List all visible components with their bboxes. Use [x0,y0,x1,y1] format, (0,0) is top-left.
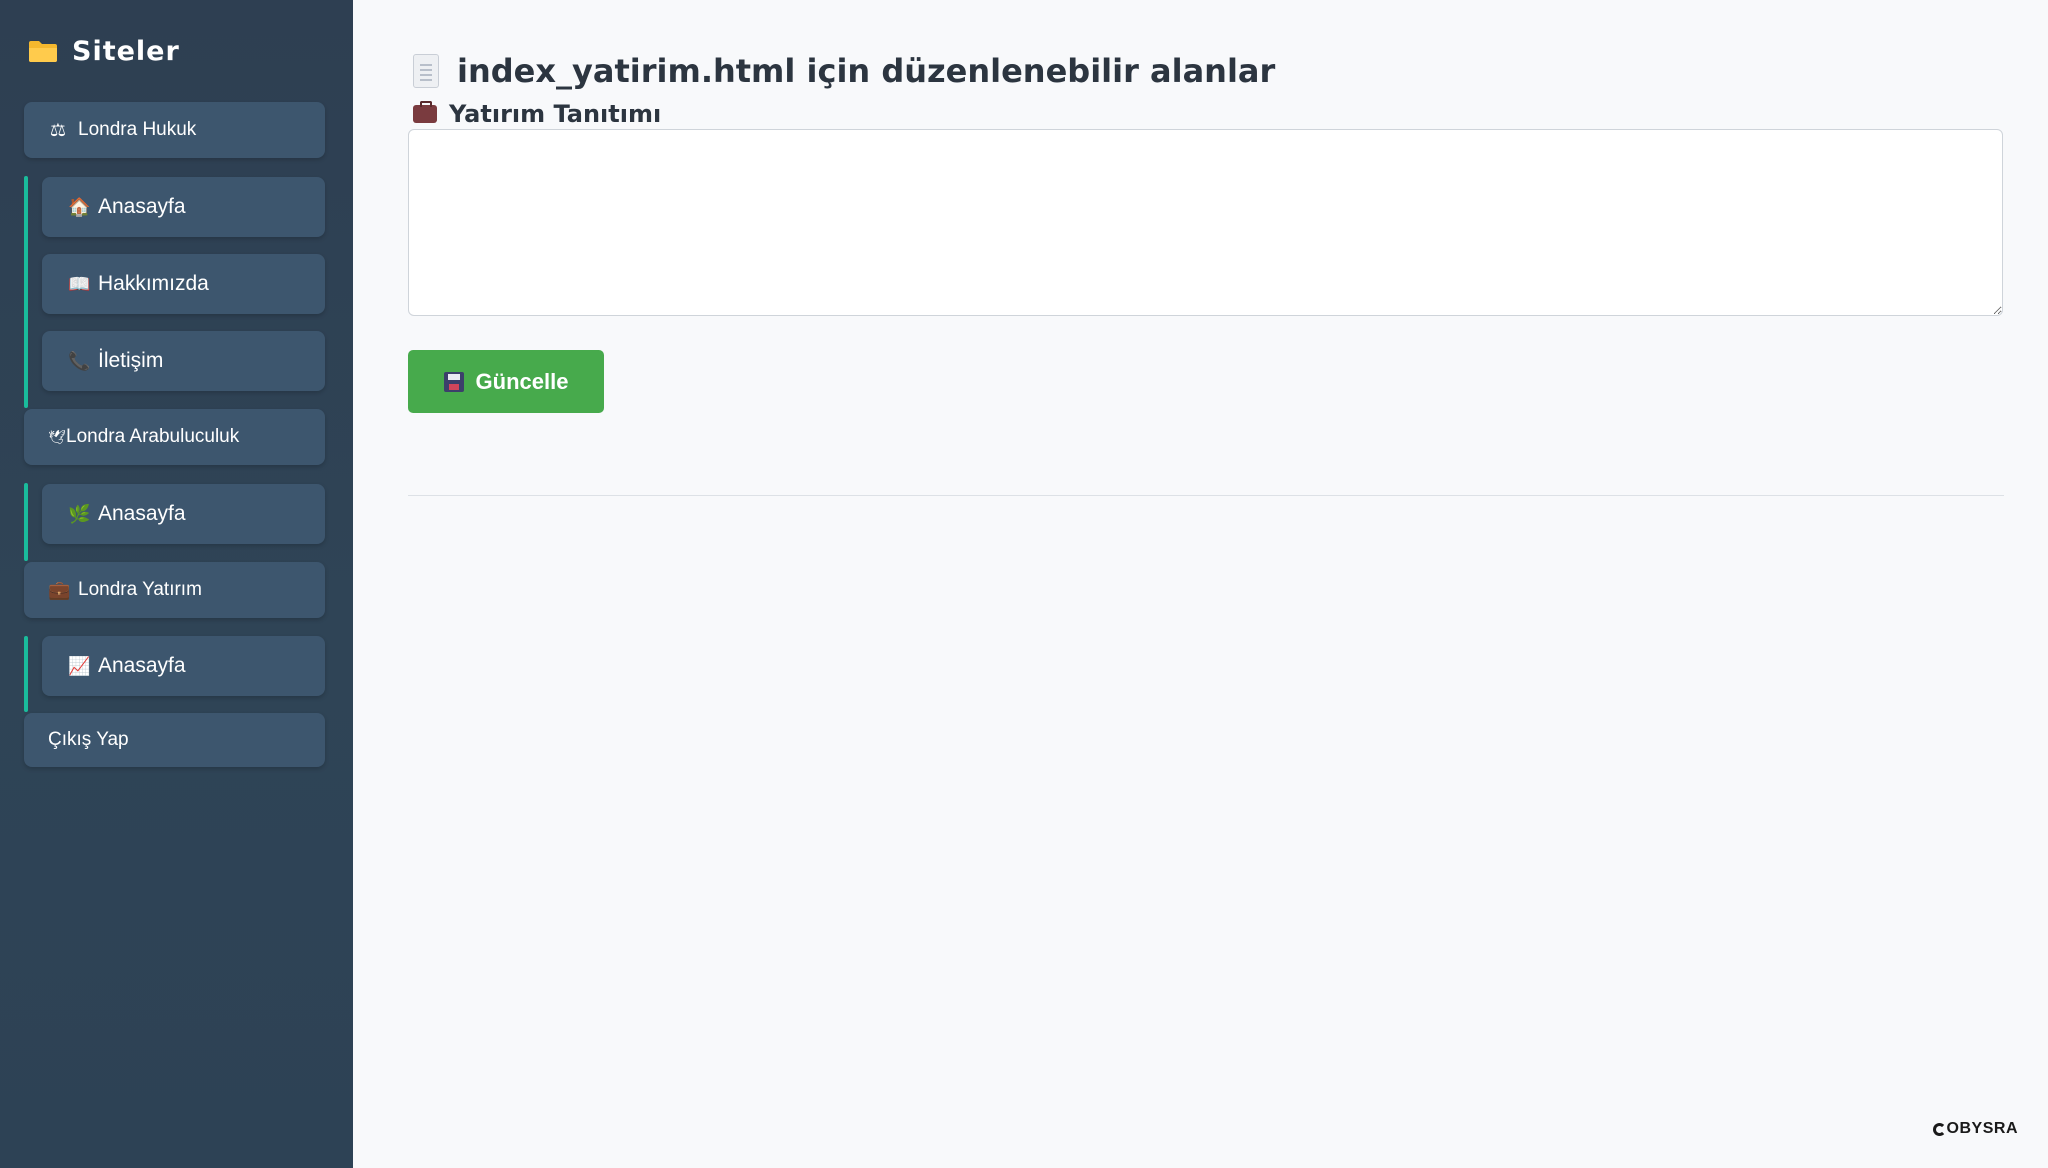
balance-scale-icon: ⚖ [49,119,67,140]
update-button[interactable]: Güncelle [408,350,604,413]
page-item-hakkimizda[interactable]: 📖 Hakkımızda [42,254,325,314]
logout-button[interactable]: Çıkış Yap [24,713,325,767]
open-book-icon: 📖 [68,273,91,294]
page-title: index_yatirim.html için düzenlenebilir a… [413,52,1275,90]
page-group-indicator [24,483,28,561]
document-icon [413,54,439,88]
floppy-disk-icon [443,371,464,392]
yatirim-tanitimi-textarea[interactable] [408,129,2003,316]
page-item-iletisim[interactable]: 📞 İletişim [42,331,325,391]
dove-icon: 🕊 [48,428,66,445]
page-item-anasayfa[interactable]: 🌿 Anasayfa [42,484,325,544]
update-button-label: Güncelle [475,368,569,394]
logout-label: Çıkış Yap [48,729,129,750]
site-item-label: Londra Yatırım [78,579,202,600]
folder-icon [28,39,58,63]
page-item-label: Hakkımızda [98,272,209,295]
house-icon: 🏠 [68,196,91,217]
herb-icon: 🌿 [68,503,91,524]
telephone-icon: 📞 [68,350,91,371]
field-label: Yatırım Tanıtımı [413,100,661,128]
divider [408,495,2004,496]
sidebar: Siteler ⚖ Londra Hukuk 🏠 Anasayfa 📖 Hakk… [0,0,353,1168]
brand-name: OBYSRA [1946,1120,2018,1137]
site-item-label: Londra Arabuluculuk [66,426,240,447]
briefcase-icon [413,101,437,123]
site-item-londra-yatirim[interactable]: 💼 Londra Yatırım [24,562,325,618]
main-content: index_yatirim.html için düzenlenebilir a… [353,0,2048,1168]
brand-c-icon [1932,1122,1946,1136]
chart-increasing-icon: 📈 [68,655,91,676]
page-group-indicator [24,636,28,712]
sidebar-title-text: Siteler [72,35,180,67]
page-item-label: Anasayfa [98,654,186,677]
page-item-label: Anasayfa [98,195,186,218]
page-group-indicator [24,176,28,408]
sidebar-title: Siteler [28,33,180,69]
brand-logo: OBYSRA [1932,1120,2018,1138]
page-item-anasayfa[interactable]: 🏠 Anasayfa [42,177,325,237]
site-item-londra-hukuk[interactable]: ⚖ Londra Hukuk [24,102,325,158]
page-item-label: Anasayfa [98,502,186,525]
site-item-label: Londra Hukuk [78,119,197,140]
site-item-londra-arabuluculuk[interactable]: 🕊 Londra Arabuluculuk [24,409,325,465]
page-item-label: İletişim [98,349,164,372]
briefcase-icon: 💼 [48,579,71,600]
field-label-text: Yatırım Tanıtımı [449,100,662,128]
page-title-text: index_yatirim.html için düzenlenebilir a… [457,52,1276,90]
page-item-anasayfa[interactable]: 📈 Anasayfa [42,636,325,696]
